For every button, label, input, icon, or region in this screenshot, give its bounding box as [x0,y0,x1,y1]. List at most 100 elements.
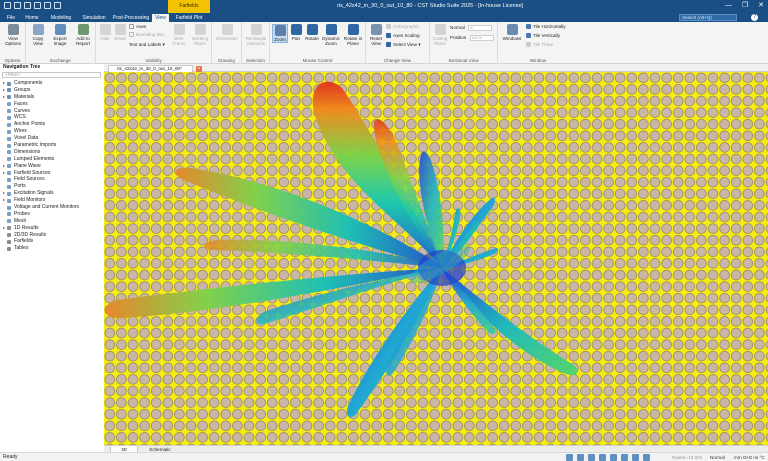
tile-three-button[interactable]: Tile Three [526,42,553,48]
tile-vertically-button[interactable]: Tile Vertically [526,33,560,39]
export-image-button[interactable]: Export Image [50,24,70,47]
tab-simulation[interactable]: Simulation [78,14,110,22]
folder-icon [7,198,11,203]
tree-item[interactable]: Voxel Data [2,135,102,142]
tile-horizontally-button[interactable]: Tile Horizontally [526,24,566,30]
position-input[interactable]: 147.5 [469,35,494,41]
fit-view-icon[interactable] [566,454,573,461]
tab-file[interactable]: File [4,14,18,22]
tree-item[interactable]: ▸ 1D Results [2,225,102,232]
expand-arrow-icon[interactable]: ▸ [3,94,5,101]
rotate-icon[interactable] [610,454,617,461]
maximize-button[interactable]: ❐ [742,2,748,10]
tree-item[interactable]: Mesh [2,218,102,225]
search-input[interactable]: Search (Alt+Q) [679,14,737,21]
tree-item[interactable]: Farfields [2,238,102,245]
bounding-box-checkbox[interactable]: Bounding Box [129,32,165,38]
zoom-button[interactable]: Zoom [272,24,288,44]
tab-home[interactable]: Home [22,14,42,22]
working-plane-button[interactable]: Working Plane [189,24,211,47]
expand-arrow-icon[interactable]: ▸ [3,80,5,87]
tree-item[interactable]: Wires [2,128,102,135]
tree-item[interactable]: ▸ Plane Wave [2,163,102,170]
tree-item[interactable]: Voltage and Current Monitors [2,204,102,211]
close-button[interactable]: ✕ [758,2,764,10]
rectangle-selection-button[interactable]: Rectangle Selection [243,24,269,47]
tab-modeling[interactable]: Modeling [46,14,76,22]
view-options-button[interactable]: View Options [2,24,24,47]
rotate-button[interactable]: Rotate [304,24,320,41]
tree-item[interactable]: Curves [2,108,102,115]
copy-view-button[interactable]: Copy View [28,24,48,47]
view-icon[interactable] [632,454,639,461]
document-tab[interactable]: ris_42x42_in_30_0_out_10_80* × [108,65,202,72]
show-button[interactable]: Show [113,24,127,41]
new-icon[interactable] [24,2,31,9]
tree-item[interactable]: Tables [2,245,102,252]
group-drawing: Dimension Drawing [212,22,242,64]
tree-item[interactable]: ▸ Field Monitors [2,197,102,204]
3d-viewport[interactable] [104,72,768,445]
folder-icon [7,109,11,114]
tree-filter-input[interactable]: <Filter> [2,72,101,78]
normal-field: Normal X [450,25,493,31]
pan-button[interactable]: Pan [289,24,303,41]
tree-item[interactable]: Field Sources [2,176,102,183]
redo-icon[interactable] [54,2,61,9]
tree-item[interactable]: Dimensions [2,149,102,156]
reset-icon[interactable] [588,454,595,461]
axes-scaling-button[interactable]: Axes Scaling [386,33,420,39]
expand-arrow-icon[interactable]: ▸ [3,170,5,177]
tree-item[interactable]: ▸ Farfield Sources [2,170,102,177]
zoom-icon[interactable] [577,454,584,461]
orthographic-button[interactable]: Orthographic [386,24,420,30]
wire-frame-icon [173,24,185,35]
help-icon[interactable]: ? [751,14,758,21]
tree-item[interactable]: WCS [2,114,102,121]
windows-button[interactable]: Windows [500,24,524,41]
folder-icon [7,150,11,155]
normal-select[interactable]: X [468,25,493,31]
group-mouse-control: Zoom Pan Rotate Dynamic Zoom Rotate in P… [270,22,366,64]
minimize-button[interactable]: — [725,2,732,10]
tab-post-processing[interactable]: Post-Processing [111,14,151,22]
expand-arrow-icon[interactable]: ▸ [3,225,5,232]
tree-item[interactable]: Lumped Elements [2,156,102,163]
expand-arrow-icon[interactable]: ▸ [3,190,5,197]
save-icon[interactable] [4,2,11,9]
pan-icon[interactable] [599,454,606,461]
wire-frame-button[interactable]: Wire Frame [170,24,188,47]
tree-item[interactable]: Faces [2,101,102,108]
cutting-plane-button[interactable]: Cutting Plane [432,24,448,47]
dimension-button[interactable]: Dimension [214,24,240,41]
hide-button[interactable]: Hide [98,24,112,41]
print-icon[interactable] [34,2,41,9]
reset-view-button[interactable]: Reset View [368,24,384,47]
tree-item[interactable]: ▸ Components [2,80,102,87]
cube-icon[interactable] [643,454,650,461]
tab-farfield-plot[interactable]: Farfield Plot [171,14,207,22]
expand-arrow-icon[interactable]: ▸ [3,197,5,204]
text-and-labels-button[interactable]: Text and Labels ▾ [129,42,165,48]
rotate-in-plane-button[interactable]: Rotate in Plane [342,24,364,47]
tree-item[interactable]: 2D/3D Results [2,232,102,239]
tab-view[interactable]: View [152,14,169,22]
open-icon[interactable] [14,2,21,9]
tree-item[interactable]: Ports [2,183,102,190]
undo-icon[interactable] [44,2,51,9]
tile-three-icon [526,42,531,47]
tree-item[interactable]: Anchor Points [2,121,102,128]
gear-icon [7,24,19,35]
tree-item[interactable]: Probes [2,211,102,218]
expand-arrow-icon[interactable]: ▸ [3,87,5,94]
dynamic-zoom-button[interactable]: Dynamic Zoom [321,24,341,47]
add-to-report-button[interactable]: Add to Report [72,24,94,47]
axes-checkbox[interactable]: Axes [129,24,146,30]
tree-item[interactable]: ▸ Materials [2,94,102,101]
tree-item[interactable]: ▸ Groups [2,87,102,94]
home-icon[interactable] [621,454,628,461]
tree-item[interactable]: Parametric Imports [2,142,102,149]
expand-arrow-icon[interactable]: ▸ [3,163,5,170]
select-view-button[interactable]: Select View ▾ [386,42,421,48]
tree-item[interactable]: ▸ Excitation Signals [2,190,102,197]
